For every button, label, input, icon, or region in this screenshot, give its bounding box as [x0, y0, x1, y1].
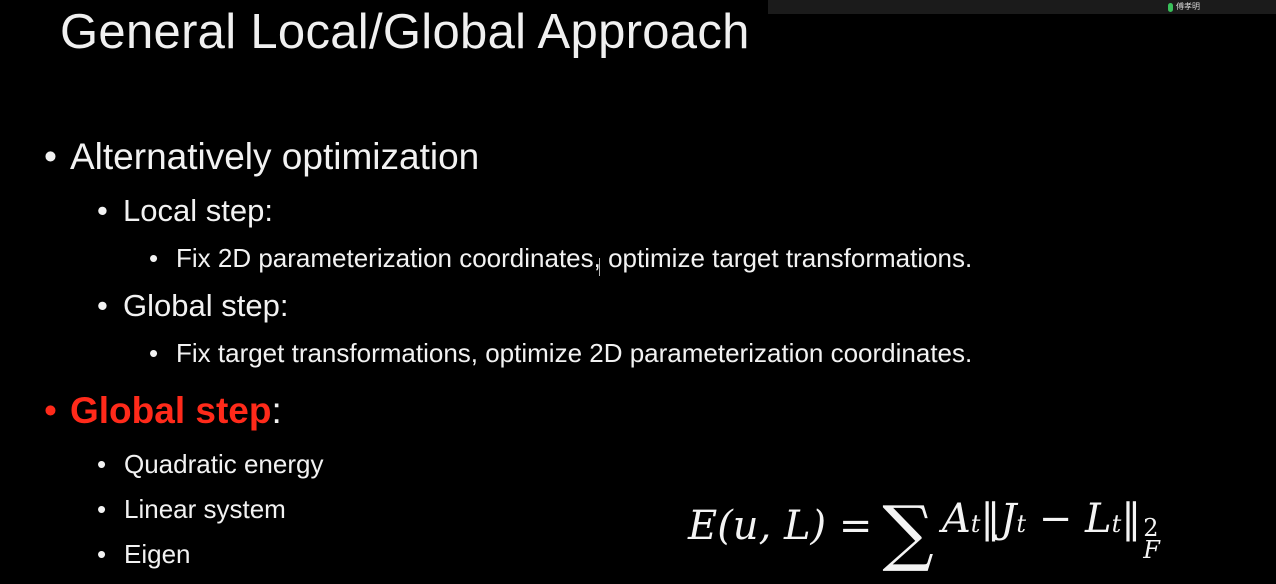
- bullet-text: Local step:: [123, 193, 273, 228]
- bullet-text: Alternatively optimization: [70, 136, 480, 177]
- bullet-global-step-highlight: • Global step :: [44, 390, 282, 432]
- bullet-text: Eigen: [124, 539, 191, 569]
- formula-sub: t: [1111, 509, 1122, 538]
- bullet-dot: •: [97, 193, 108, 228]
- summation-symbol: ∑: [882, 490, 934, 574]
- highlight-text: Global step: [70, 390, 272, 431]
- formula-term-j: J: [1000, 495, 1017, 542]
- participant-name: 傅孝明: [1176, 2, 1200, 11]
- bullet-dot: •: [97, 288, 108, 323]
- text-cursor: [599, 258, 600, 276]
- energy-formula: E(u, L) = ∑ At ‖ Jt − Lt ‖ 2 F: [688, 490, 1160, 569]
- bullet-dot: •: [97, 494, 107, 524]
- formula-norm-open: ‖: [980, 495, 1001, 542]
- participant-indicator: 傅孝明: [1168, 1, 1200, 13]
- bullet-dot: •: [97, 449, 107, 479]
- bullet-text: Fix target transformations, optimize 2D …: [176, 338, 973, 368]
- slide: 傅孝明 General Local/Global Approach • Alte…: [0, 0, 1276, 584]
- microphone-icon: [1168, 2, 1173, 12]
- bullet-text: Quadratic energy: [124, 449, 324, 479]
- bullet-dot: •: [149, 243, 159, 273]
- bullet-dot: •: [44, 390, 57, 431]
- formula-rhs: At ‖ Jt − Lt ‖ 2 F: [941, 495, 1160, 562]
- bullet-linear-system: • Linear system: [97, 494, 286, 525]
- bullet-dot: •: [149, 338, 159, 368]
- bullet-dot: •: [97, 539, 107, 569]
- formula-term-a: A: [941, 495, 971, 542]
- formula-sub: t: [970, 509, 981, 538]
- formula-sub-f: F: [1143, 535, 1160, 564]
- bullet-eigen: • Eigen: [97, 539, 191, 570]
- bullet-text: Fix 2D parameterization coordinates, opt…: [176, 243, 973, 273]
- formula-minus: −: [1026, 495, 1086, 542]
- highlight-suffix: :: [271, 390, 282, 431]
- bullet-global-detail: • Fix target transformations, optimize 2…: [149, 338, 972, 369]
- slide-title: General Local/Global Approach: [60, 5, 750, 59]
- formula-term-l: L: [1085, 495, 1112, 542]
- formula-sub: t: [1016, 509, 1027, 538]
- formula-scripts: 2 F: [1143, 516, 1160, 564]
- bullet-quadratic-energy: • Quadratic energy: [97, 449, 323, 480]
- formula-norm-close: ‖: [1121, 495, 1142, 542]
- bullet-local-detail: • Fix 2D parameterization coordinates, o…: [149, 243, 972, 274]
- bullet-text: Global step:: [123, 288, 289, 323]
- bullet-dot: •: [44, 136, 57, 177]
- formula-lhs: E(u, L) =: [688, 503, 873, 549]
- bullet-local-step: • Local step:: [97, 193, 273, 229]
- bullet-global-step: • Global step:: [97, 288, 288, 324]
- bullet-text: Linear system: [124, 494, 286, 524]
- bullet-alternatively: • Alternatively optimization: [44, 136, 479, 178]
